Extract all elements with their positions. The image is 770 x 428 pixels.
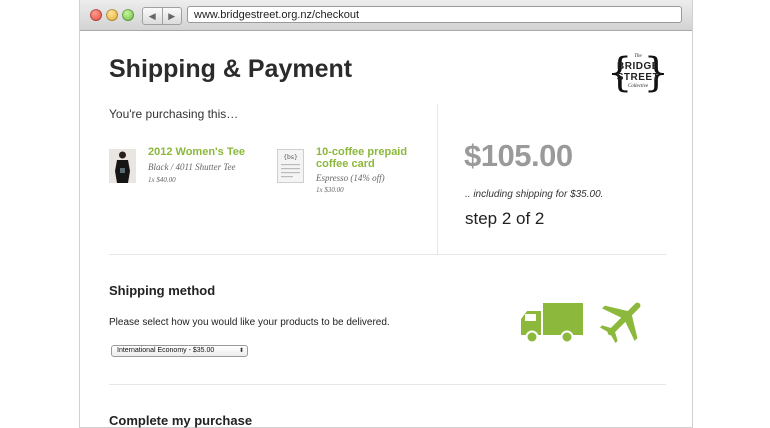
browser-window: ◀ ▶ www.bridgestreet.org.nz/checkout Shi… — [80, 0, 692, 428]
product-quantity-price: 1x $40.00 — [148, 176, 176, 184]
logo-the: The — [634, 54, 642, 59]
svg-text:{bs}: {bs} — [283, 154, 298, 161]
select-arrows-icon: ⬍ — [238, 348, 244, 354]
section-divider — [109, 384, 666, 385]
shipping-method-title: Shipping method — [109, 283, 216, 298]
shipping-method-selected: International Economy - $35.00 — [117, 347, 215, 354]
purchasing-label: You're purchasing this… — [109, 107, 239, 121]
shipping-method-select[interactable]: International Economy - $35.00 ⬍ — [111, 345, 248, 357]
order-total: $105.00 — [464, 138, 573, 173]
coffee-card-thumbnail[interactable]: {bs} — [277, 149, 304, 183]
history-nav: ◀ ▶ — [142, 7, 182, 25]
forward-icon[interactable]: ▶ — [163, 8, 182, 24]
truck-icon — [521, 303, 583, 344]
product-quantity-price: 1x $30.00 — [316, 186, 344, 194]
column-divider — [437, 104, 438, 254]
minimize-window-button[interactable] — [106, 9, 118, 21]
product-name[interactable]: 2012 Women's Tee — [148, 146, 245, 158]
shipping-method-description: Please select how you would like your pr… — [109, 317, 390, 328]
product-variant: Espresso (14% off) — [316, 173, 385, 183]
address-bar[interactable]: www.bridgestreet.org.nz/checkout — [187, 6, 682, 23]
checkout-page: Shipping & Payment { } The BRIDGE STREET… — [80, 31, 692, 428]
back-icon[interactable]: ◀ — [143, 8, 163, 24]
logo-wordmark: BRIDGE STREET — [616, 61, 660, 83]
logo-collective: Collective — [627, 84, 649, 89]
step-indicator: step 2 of 2 — [465, 209, 545, 228]
airplane-icon — [599, 302, 641, 343]
zoom-window-button[interactable] — [122, 9, 134, 21]
close-window-button[interactable] — [90, 9, 102, 21]
browser-toolbar: ◀ ▶ www.bridgestreet.org.nz/checkout — [80, 0, 692, 31]
tee-thumbnail[interactable] — [109, 149, 136, 183]
product-name[interactable]: 10-coffee prepaid coffee card — [316, 146, 416, 170]
page-title: Shipping & Payment — [109, 55, 353, 83]
complete-purchase-title: Complete my purchase — [109, 413, 253, 428]
product-variant: Black / 4011 Shutter Tee — [148, 162, 236, 172]
bridge-street-logo[interactable]: { } The BRIDGE STREET Collective — [607, 51, 669, 97]
shipping-note: .. including shipping for $35.00. — [465, 189, 604, 200]
section-divider — [109, 254, 666, 255]
